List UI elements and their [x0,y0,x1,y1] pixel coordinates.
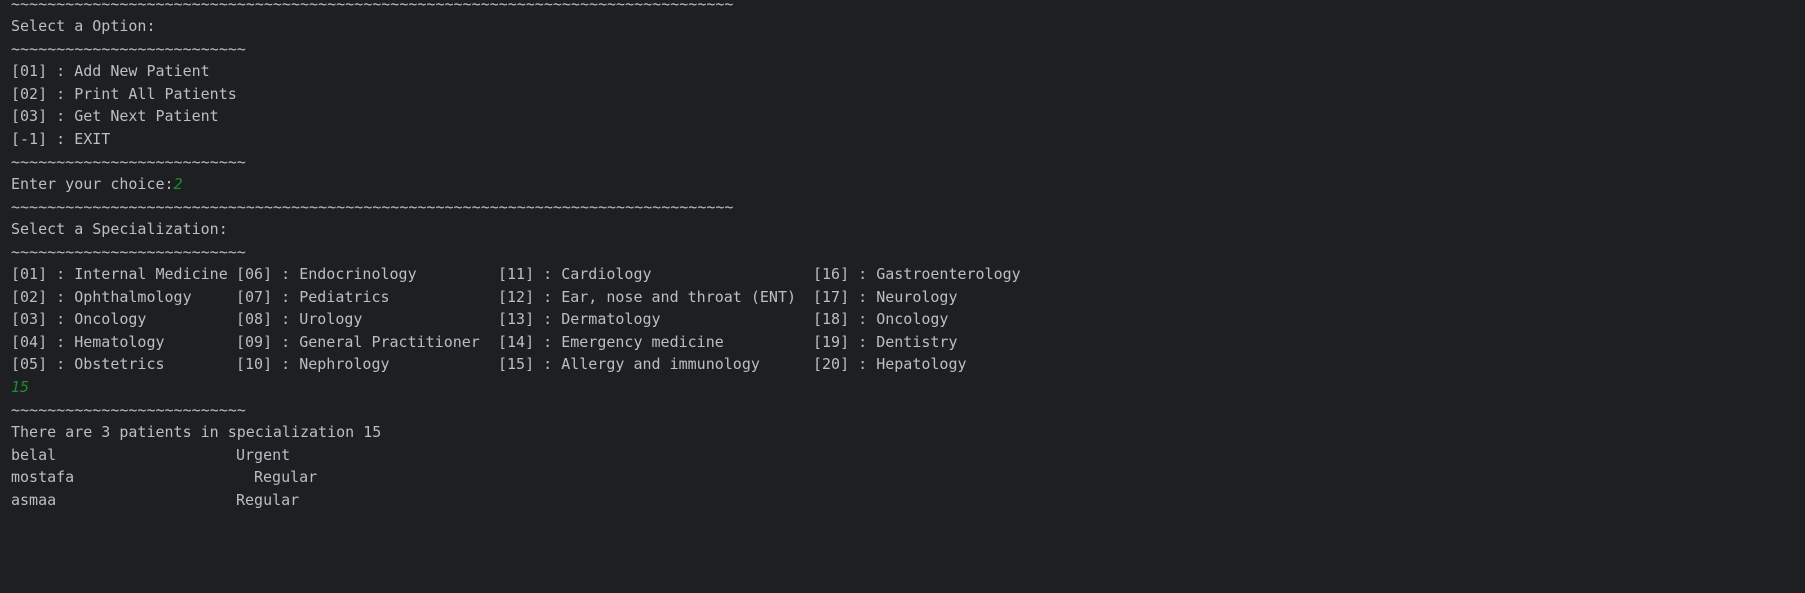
choice-prompt: Enter your choice: [11,175,174,193]
result-text: There are 3 patients in specialization 1… [11,423,382,441]
specialization-item: [10] : Nephrology [236,355,390,373]
choice-input[interactable]: 2 [174,175,183,193]
specialization-item: [20] : Hepatology [813,355,967,373]
patient-name: asmaa [11,491,57,509]
console-output: ~~~~~~~~~~~~~~~~~~~~~~~~~~~~~~~~~~~~~~~~… [0,0,1805,593]
specialization-item: [15] : Allergy and immunology [498,355,760,373]
specialization-item: [05] : Obstetrics [11,355,165,373]
patient-status: Regular [236,491,300,509]
